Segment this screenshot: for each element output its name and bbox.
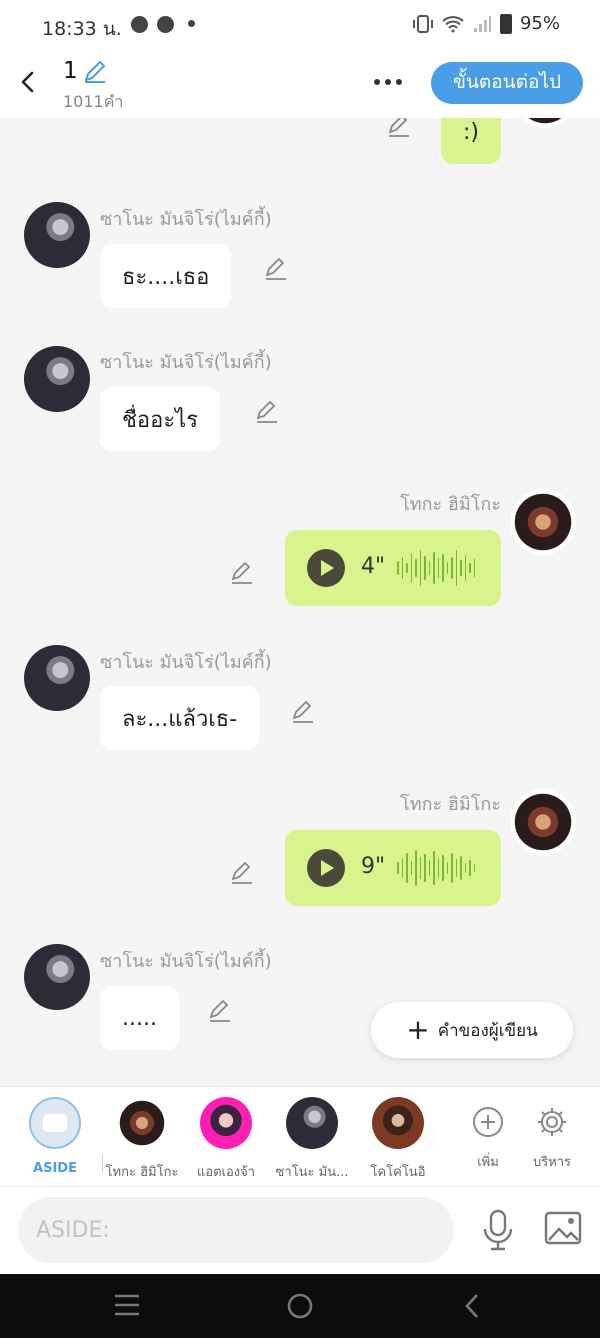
- messenger-icon: [157, 16, 174, 33]
- sender-name: โทกะ ฮิมิโกะ: [400, 794, 501, 815]
- edit-message-icon[interactable]: [207, 997, 233, 1023]
- character-avatar: [372, 1097, 424, 1149]
- message-bubble[interactable]: ธะ....เธอ: [100, 244, 232, 308]
- message-text: .....: [122, 1005, 157, 1031]
- avatar-toga[interactable]: [510, 789, 576, 855]
- sender-name: โทกะ ฮิมิโกะ: [400, 494, 501, 515]
- wifi-icon: [442, 15, 464, 32]
- character-avatar: [286, 1097, 338, 1149]
- character-avatar: [200, 1097, 252, 1149]
- edit-message-icon[interactable]: [386, 118, 412, 138]
- message-input[interactable]: [18, 1197, 454, 1263]
- add-character-button[interactable]: เพิ่ม: [462, 1097, 514, 1172]
- gear-icon: [538, 1108, 566, 1136]
- author-words-label: คำของผู้เขียน: [437, 1020, 538, 1041]
- message-text: ละ...แล้วเธ-: [122, 706, 238, 732]
- avatar-sano[interactable]: [24, 202, 90, 268]
- facebook-icon: [131, 16, 148, 33]
- add-author-words-button[interactable]: + คำของผู้เขียน: [371, 1002, 573, 1058]
- edit-message-icon[interactable]: [229, 859, 255, 885]
- audio-message[interactable]: 9": [285, 830, 501, 906]
- waveform-icon: [397, 848, 475, 888]
- edit-message-icon[interactable]: [263, 255, 289, 281]
- character-label: ASIDE: [33, 1161, 77, 1176]
- character-toga[interactable]: โทกะ ฮิมิโกะ: [100, 1097, 184, 1182]
- sender-name: ซาโนะ มันจิโร่(ไมค์กี้): [100, 951, 272, 972]
- image-icon[interactable]: [544, 1211, 582, 1245]
- edit-message-icon[interactable]: [290, 698, 316, 724]
- avatar-sano[interactable]: [24, 346, 90, 412]
- signal-icon: [473, 15, 491, 32]
- edit-title-icon[interactable]: [82, 58, 108, 84]
- sender-name: ซาโนะ มันจิโร่(ไมค์กี้): [100, 352, 272, 373]
- recent-apps-icon[interactable]: [113, 1292, 141, 1318]
- message-bubble[interactable]: :): [441, 118, 501, 164]
- manage-label: บริหาร: [532, 1155, 572, 1170]
- status-time: 18:33 น.: [42, 18, 122, 40]
- back-arrow-icon[interactable]: [14, 67, 44, 97]
- waveform-icon: [397, 548, 475, 588]
- message-text: :): [463, 120, 479, 145]
- chat-area[interactable]: :) ซาโนะ มันจิโร่(ไมค์กี้) ธะ....เธอ ซาโ…: [0, 118, 600, 1086]
- message-text: ชื่ออะไร: [122, 407, 199, 433]
- character-label: แอตเองจ้า: [196, 1165, 256, 1180]
- input-bar: [0, 1186, 600, 1274]
- edit-message-icon[interactable]: [254, 398, 280, 424]
- character-label: ซาโนะ มัน...: [275, 1165, 349, 1180]
- character-at[interactable]: แอตเองจ้า: [186, 1097, 266, 1182]
- character-label: โทกะ ฮิมิโกะ: [105, 1165, 179, 1180]
- battery-icon: [499, 13, 512, 34]
- play-icon[interactable]: [307, 849, 345, 887]
- edit-message-icon[interactable]: [229, 559, 255, 585]
- more-options-icon[interactable]: [374, 72, 410, 92]
- character-label: โคโค่โนอิ: [370, 1165, 426, 1180]
- message-bubble[interactable]: ละ...แล้วเธ-: [100, 686, 260, 750]
- message-bubble[interactable]: ชื่ออะไร: [100, 387, 221, 451]
- nav-back-icon[interactable]: [462, 1292, 482, 1320]
- story-header: 1 1011คำ ขั้นตอนต่อไป: [0, 50, 600, 118]
- audio-message[interactable]: 4": [285, 530, 501, 606]
- home-icon[interactable]: [286, 1292, 314, 1320]
- message-text: ธะ....เธอ: [122, 264, 210, 290]
- divider: [102, 1154, 103, 1172]
- sender-name: ซาโนะ มันจิโร่(ไมค์กี้): [100, 652, 272, 673]
- add-label: เพิ่ม: [477, 1155, 499, 1170]
- character-avatar: [116, 1097, 168, 1149]
- system-nav-bar: [0, 1274, 600, 1338]
- audio-duration: 4": [361, 554, 386, 579]
- character-kokonoi[interactable]: โคโค่โนอิ: [358, 1097, 438, 1182]
- avatar-sano[interactable]: [24, 944, 90, 1010]
- audio-duration: 9": [361, 854, 386, 879]
- avatar-toga[interactable]: [512, 118, 578, 128]
- battery-percent: 95%: [519, 13, 560, 34]
- message-bubble[interactable]: .....: [100, 986, 179, 1050]
- character-sano[interactable]: ซาโนะ มัน...: [270, 1097, 354, 1182]
- play-icon[interactable]: [307, 549, 345, 587]
- microphone-icon[interactable]: [480, 1209, 516, 1251]
- word-count: 1011คำ: [63, 92, 124, 111]
- status-bar: 18:33 น. 95%: [0, 0, 600, 50]
- avatar-sano[interactable]: [24, 645, 90, 711]
- aside-icon: [29, 1097, 81, 1149]
- character-bar: ASIDE โทกะ ฮิมิโกะ แอตเองจ้า ซาโนะ มัน..…: [0, 1086, 600, 1186]
- plus-icon: +: [406, 1013, 430, 1046]
- vibrate-icon: [412, 14, 433, 33]
- sender-name: ซาโนะ มันจิโร่(ไมค์กี้): [100, 209, 272, 230]
- avatar-toga[interactable]: [510, 489, 576, 555]
- story-title: 1: [63, 58, 78, 84]
- manage-characters-button[interactable]: บริหาร: [526, 1097, 578, 1172]
- character-aside[interactable]: ASIDE: [28, 1097, 82, 1176]
- next-step-button[interactable]: ขั้นตอนต่อไป: [431, 62, 583, 104]
- notification-dot-icon: [188, 20, 195, 27]
- add-circle-icon: [473, 1107, 503, 1137]
